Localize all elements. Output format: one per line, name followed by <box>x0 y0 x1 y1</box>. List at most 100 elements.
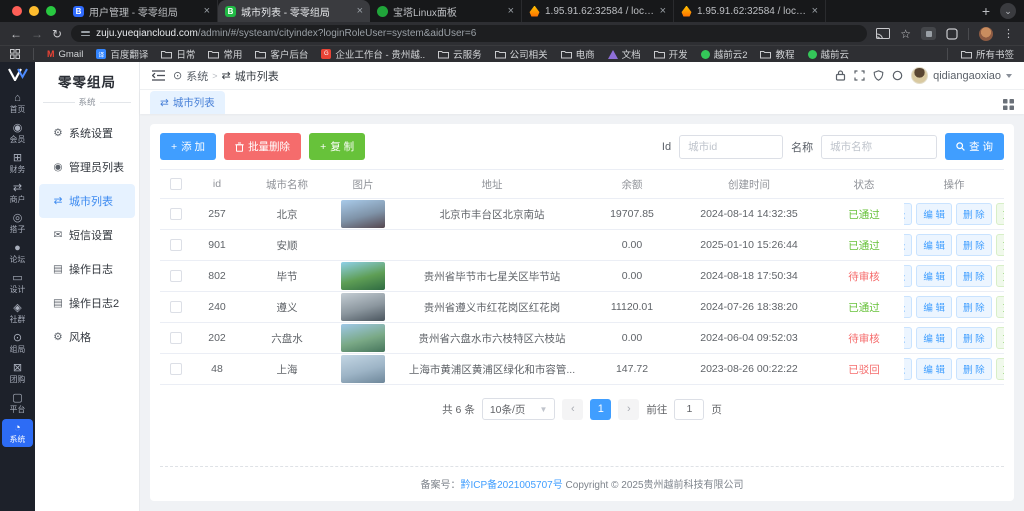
sidebar-fold-icon[interactable] <box>152 70 165 81</box>
bookmark-item[interactable]: 越前云2 <box>700 47 747 61</box>
recharge-button[interactable]: 充 值 <box>995 296 1004 318</box>
fullscreen-icon[interactable] <box>854 70 865 81</box>
sidebar-item-城市列表[interactable]: ⇄ 城市列表 <box>39 184 135 218</box>
row-checkbox[interactable] <box>170 239 182 252</box>
edit-button[interactable]: 编 辑 <box>916 296 952 318</box>
page-size-select[interactable]: 10条/页 ▼ <box>481 398 556 420</box>
recharge-button[interactable]: 充 值 <box>995 358 1004 380</box>
bookmark-item[interactable]: M Gmail <box>47 49 83 60</box>
profile-avatar[interactable] <box>979 26 993 41</box>
sidebar-item-管理员列表[interactable]: ◉ 管理员列表 <box>39 150 135 184</box>
rail-item-财务[interactable]: ⊞ 财务 <box>2 149 33 177</box>
bookmark-item[interactable]: 文档 <box>607 47 641 61</box>
bookmark-item[interactable]: 越前云 <box>807 47 849 61</box>
rail-item-论坛[interactable]: ● 论坛 <box>2 239 33 267</box>
sidebar-item-短信设置[interactable]: ✉ 短信设置 <box>39 218 135 252</box>
row-checkbox[interactable] <box>170 332 182 345</box>
login-button[interactable]: 登 录 <box>904 203 913 225</box>
login-button[interactable]: 登 录 <box>904 327 913 349</box>
delete-button[interactable]: 删 除 <box>956 358 992 380</box>
sidebar-item-操作日志[interactable]: ▤ 操作日志 <box>39 252 135 286</box>
bookmark-item[interactable]: 教程 <box>760 47 795 61</box>
row-checkbox[interactable] <box>170 301 182 314</box>
tab-close-icon[interactable]: × <box>204 5 210 17</box>
bookmark-item[interactable]: 开发 <box>653 47 688 61</box>
login-button[interactable]: 登 录 <box>904 265 913 287</box>
shield-icon[interactable] <box>873 70 884 81</box>
page-number-1[interactable]: 1 <box>590 398 612 420</box>
forward-icon[interactable]: → <box>31 28 43 40</box>
delete-button[interactable]: 删 除 <box>956 296 992 318</box>
bookmark-item[interactable]: 译百度翻译 <box>96 47 148 61</box>
row-checkbox[interactable] <box>170 363 182 376</box>
rail-item-平台[interactable]: ▢ 平台 <box>2 389 33 417</box>
login-button[interactable]: 登 录 <box>904 296 913 318</box>
batch-delete-button[interactable]: 批量删除 <box>224 133 302 160</box>
lock-icon[interactable] <box>835 70 846 81</box>
delete-button[interactable]: 删 除 <box>956 234 992 256</box>
row-checkbox[interactable] <box>170 208 182 221</box>
tab-close-icon[interactable]: × <box>660 5 666 17</box>
window-close-button[interactable] <box>12 6 22 16</box>
delete-button[interactable]: 删 除 <box>956 265 992 287</box>
browser-tab[interactable]: B 城市列表 - 零零组局 × <box>218 0 370 22</box>
rail-item-组局[interactable]: ⊙ 组局 <box>2 329 33 357</box>
sidebar-item-系统设置[interactable]: ⚙ 系统设置 <box>39 116 135 150</box>
rail-item-会员[interactable]: ◉ 会员 <box>2 119 33 147</box>
extension-icon[interactable] <box>921 27 936 40</box>
browser-tab[interactable]: B 用户管理 - 零零组局 × <box>66 0 218 22</box>
edit-button[interactable]: 编 辑 <box>916 358 952 380</box>
reload-icon[interactable]: ↻ <box>52 28 62 40</box>
rail-item-社群[interactable]: ◈ 社群 <box>2 299 33 327</box>
rail-item-设计[interactable]: ▭ 设计 <box>2 269 33 297</box>
recharge-button[interactable]: 充 值 <box>995 327 1004 349</box>
new-tab-button[interactable]: + <box>972 3 1000 19</box>
address-bar[interactable]: zuju.yueqiancloud.com/admin/#/systeam/ci… <box>71 25 868 42</box>
back-icon[interactable]: ← <box>10 28 22 40</box>
select-all-checkbox[interactable] <box>170 178 182 191</box>
edit-button[interactable]: 编 辑 <box>916 327 952 349</box>
all-bookmarks-button[interactable]: 所有书签 <box>960 47 1014 61</box>
goto-page-input[interactable] <box>674 398 705 420</box>
bookmark-star-icon[interactable]: ☆ <box>900 28 911 40</box>
tab-close-icon[interactable]: × <box>508 5 514 17</box>
icp-link[interactable]: 黔ICP备2021005707号 <box>460 480 562 491</box>
site-settings-icon[interactable] <box>81 31 91 36</box>
search-button[interactable]: 查 询 <box>945 133 1004 160</box>
row-checkbox[interactable] <box>170 270 182 283</box>
window-minimize-button[interactable] <box>29 6 39 16</box>
delete-button[interactable]: 删 除 <box>956 327 992 349</box>
rail-item-团购[interactable]: ⊠ 团购 <box>2 359 33 387</box>
edit-button[interactable]: 编 辑 <box>916 234 952 256</box>
copy-button[interactable]: + 复 制 <box>309 133 366 160</box>
window-zoom-button[interactable] <box>46 6 56 16</box>
recharge-button[interactable]: 充 值 <box>995 234 1004 256</box>
chrome-menu-icon[interactable]: ⋮ <box>1003 27 1014 40</box>
bookmark-item[interactable]: G 企业工作台 - 贵州越.. <box>321 47 425 61</box>
tab-options-grid-icon[interactable] <box>1003 99 1014 110</box>
cast-icon[interactable] <box>876 28 891 39</box>
next-page-button[interactable]: › <box>618 398 640 420</box>
bookmark-item[interactable]: 云服务 <box>438 47 482 61</box>
rail-item-搭子[interactable]: ◎ 搭子 <box>2 209 33 237</box>
tab-close-icon[interactable]: × <box>812 5 818 17</box>
sidebar-item-风格[interactable]: ⚙ 风格 <box>39 320 135 354</box>
rail-item-首页[interactable]: ⌂ 首页 <box>2 89 33 117</box>
edit-button[interactable]: 编 辑 <box>916 203 952 225</box>
bookmark-item[interactable]: 电商 <box>560 47 595 61</box>
bookmark-item[interactable]: 公司相关 <box>494 47 548 61</box>
rail-item-系统[interactable]: ◔ 系统 <box>2 419 33 447</box>
browser-tab[interactable]: 1.95.91.62:32584 / localhost × <box>522 0 674 22</box>
delete-button[interactable]: 删 除 <box>956 203 992 225</box>
app-logo[interactable] <box>0 68 35 81</box>
recharge-button[interactable]: 充 值 <box>995 265 1004 287</box>
sidebar-item-操作日志2[interactable]: ▤ 操作日志2 <box>39 286 135 320</box>
rail-item-商户[interactable]: ⇄ 商户 <box>2 179 33 207</box>
tab-search-icon[interactable]: ⌄ <box>1000 3 1016 19</box>
search-name-input[interactable] <box>821 134 938 159</box>
breadcrumb-root[interactable]: 系统 <box>186 68 208 84</box>
tab-close-icon[interactable]: × <box>357 5 363 17</box>
edit-button[interactable]: 编 辑 <box>916 265 952 287</box>
login-button[interactable]: 登 录 <box>904 358 913 380</box>
user-menu[interactable]: qidiangaoxiao <box>911 67 1012 84</box>
